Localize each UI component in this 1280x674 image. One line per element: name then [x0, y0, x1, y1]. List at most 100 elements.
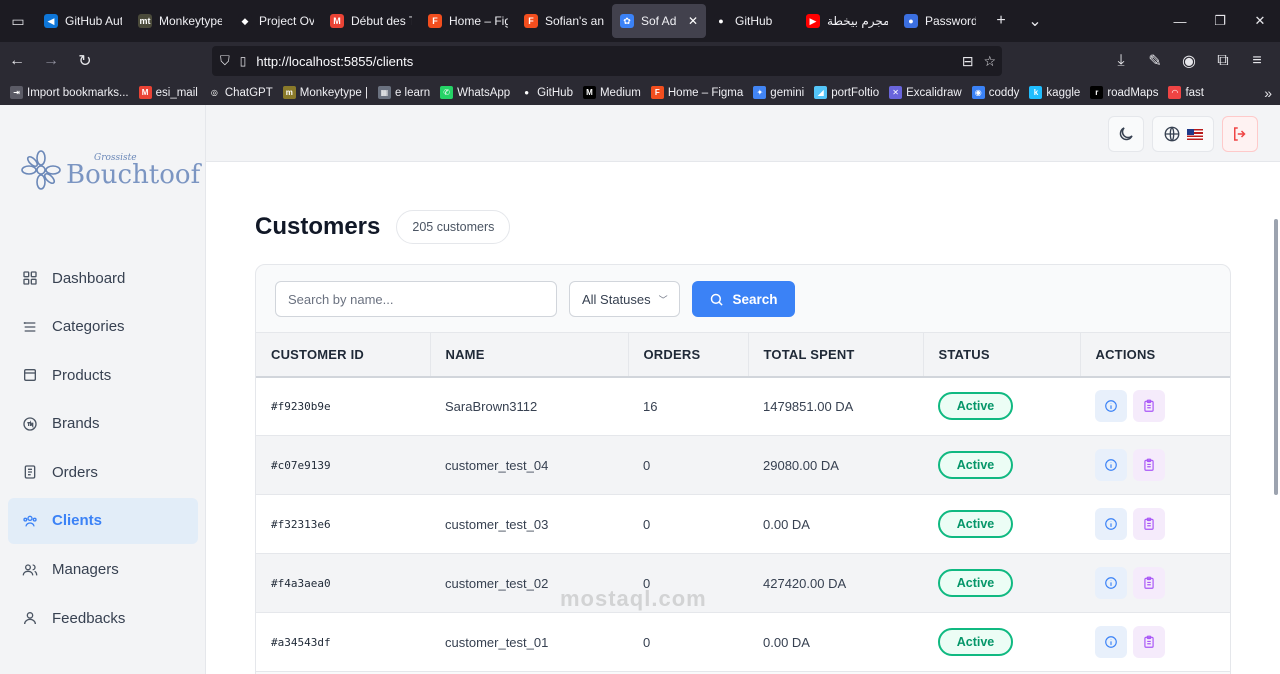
browser-tab[interactable]: mt Monkeytype [130, 4, 230, 38]
app-menu-icon[interactable]: ≡ [1240, 42, 1274, 80]
bookmark-item[interactable]: M Medium [582, 86, 641, 99]
clipboard-action-button[interactable] [1133, 449, 1165, 481]
browser-tab[interactable]: ✿ Sof Admin ✕ [612, 4, 706, 38]
brand-logo[interactable]: Grossiste Bouchtoof [20, 149, 200, 191]
bookmark-item[interactable]: F Home – Figma [650, 86, 744, 99]
back-icon[interactable]: ← [0, 42, 34, 80]
bookmarks-bar: ⇥ Import bookmarks... Mesi_mail ◎ ChatGPT m Mo… [0, 80, 1280, 105]
reader-view-icon[interactable]: ⊟ [962, 53, 974, 70]
minimize-icon[interactable]: — [1160, 0, 1200, 42]
browser-tab[interactable]: M Début des T [322, 4, 420, 38]
bookmark-label: ChatGPT [224, 86, 273, 99]
bookmark-label: Home – Figma [667, 86, 744, 99]
bookmark-item[interactable]: ◠ fast [1168, 86, 1204, 99]
tab-list-icon[interactable]: ▭ [0, 0, 36, 42]
bookmark-label: Monkeytype | [299, 86, 368, 99]
extensions-icon[interactable]: ⧉ [1206, 42, 1240, 80]
status-badge: Active [938, 392, 1013, 421]
shield-icon[interactable]: ⛉ [220, 53, 230, 69]
bookmarks-list: ⇥ Import bookmarks... Mesi_mail ◎ ChatGPT m Mo… [10, 86, 1204, 99]
browser-tab[interactable]: ◆ Project Over [230, 4, 322, 38]
bookmark-item[interactable]: r roadMaps [1090, 86, 1158, 99]
bookmark-label: roadMaps [1107, 86, 1159, 99]
bookmark-item[interactable]: ● GitHub [520, 86, 573, 99]
tab-label: Sofian's and [545, 14, 604, 28]
maximize-icon[interactable]: ❐ [1200, 0, 1240, 42]
close-window-icon[interactable]: ✕ [1240, 0, 1280, 42]
bookmark-item[interactable]: ▦ e learn [377, 86, 430, 99]
browser-tab[interactable]: ◀ GitHub Auth [36, 4, 130, 38]
close-tab-icon[interactable]: ✕ [688, 14, 698, 28]
bookmark-star-icon[interactable]: ☆ [983, 53, 996, 70]
customer-name-cell: customer_test_03 [445, 516, 549, 532]
sidebar-item-orders[interactable]: Orders [8, 449, 198, 495]
bookmark-item[interactable]: ⇥ Import bookmarks... [10, 86, 129, 99]
account-icon[interactable]: ◉ [1172, 42, 1206, 80]
browser-tab[interactable]: F Home – Figm [420, 4, 516, 38]
logout-button[interactable] [1222, 116, 1258, 152]
search-input[interactable] [275, 281, 557, 317]
column-header: ORDERS [628, 332, 749, 377]
bookmark-item[interactable]: ◢ portFoltio [814, 86, 879, 99]
bookmark-favicon-icon: m [282, 86, 296, 99]
status-badge: Active [938, 510, 1013, 538]
sidebar-item-products[interactable]: Products [8, 352, 198, 398]
bookmark-label: Excalidraw [906, 86, 962, 99]
tab-overflow-chevron-icon[interactable]: ⌄ [1018, 0, 1052, 42]
bookmark-item[interactable]: ✦ gemini [753, 86, 804, 99]
clipboard-action-button[interactable] [1133, 626, 1165, 658]
sidebar-item-managers[interactable]: Managers [8, 547, 198, 593]
brands-icon [23, 417, 37, 431]
sidebar-item-clients[interactable]: Clients [8, 497, 198, 544]
search-button[interactable]: Search [692, 281, 795, 317]
theme-toggle-button[interactable] [1108, 116, 1144, 152]
customers-table: CUSTOMER ID NAME ORDERS TOTAL SPENT STATUS AC… [256, 332, 1230, 672]
view-details-button[interactable] [1095, 449, 1127, 481]
page-info-icon[interactable]: ▯ [240, 54, 247, 68]
status-filter-select[interactable]: All Statuses ﹀ [569, 281, 680, 317]
browser-tab[interactable]: ▶ مجرم بيخطة [798, 4, 896, 38]
view-details-button[interactable] [1095, 508, 1127, 540]
browser-tab[interactable]: ● GitHub [706, 4, 798, 38]
reload-icon[interactable]: ↻ [68, 42, 102, 80]
bookmark-item[interactable]: ◎ ChatGPT [207, 86, 273, 99]
bookmark-label: GitHub [537, 86, 573, 99]
bookmark-item[interactable]: m Monkeytype | [282, 86, 368, 99]
tools-wrench-icon[interactable]: ✎ [1138, 42, 1172, 80]
bookmark-item[interactable]: Mesi_mail [138, 86, 198, 99]
clipboard-action-button[interactable] [1133, 567, 1165, 599]
browser-tab[interactable]: F Sofian's and [516, 4, 612, 38]
view-details-button[interactable] [1095, 626, 1127, 658]
view-details-button[interactable] [1095, 390, 1127, 423]
page-scrollbar[interactable] [1274, 219, 1278, 495]
sidebar-item-brands[interactable]: Brands [8, 401, 198, 447]
sidebar-item-categories[interactable]: Categories [8, 304, 198, 350]
view-details-button[interactable] [1095, 567, 1127, 599]
url-bar[interactable]: ⛉ ▯ http://localhost:5855/clients ⊟ ☆ [212, 46, 1002, 76]
table-header: CUSTOMER ID NAME ORDERS TOTAL SPENT STATUS AC… [256, 332, 1230, 377]
globe-icon [1164, 126, 1180, 142]
bookmark-favicon-icon: ◉ [971, 86, 985, 99]
watermark-text: mostaql.com [560, 586, 707, 611]
clipboard-icon [1144, 399, 1154, 413]
downloads-icon[interactable]: ⤓ [1104, 42, 1138, 80]
new-tab-icon[interactable]: + [984, 0, 1018, 42]
actions-cell [1080, 436, 1230, 495]
bookmark-item[interactable]: ✕ Excalidraw [889, 86, 962, 99]
customer-name-cell: SaraBrown3112 [445, 398, 538, 414]
clipboard-action-button[interactable] [1133, 390, 1165, 423]
clipboard-action-button[interactable] [1133, 508, 1165, 540]
browser-tab[interactable]: ● Passwords [896, 4, 984, 38]
chevron-down-icon: ﹀ [658, 294, 668, 305]
sidebar-item-feedbacks[interactable]: Feedbacks [8, 595, 198, 641]
sidebar-item-dashboard[interactable]: Dashboard [8, 255, 198, 301]
bookmark-item[interactable]: k kaggle [1029, 86, 1080, 99]
bookmark-item[interactable]: ◉ coddy [971, 86, 1019, 99]
forward-icon[interactable]: → [34, 42, 68, 80]
bookmark-item[interactable]: ✆ WhatsApp [440, 86, 510, 99]
customer-count-badge: 205 customers [396, 210, 511, 244]
column-header: NAME [430, 332, 629, 377]
bookmarks-overflow-icon[interactable]: » [1264, 80, 1272, 105]
language-select-button[interactable] [1152, 116, 1214, 152]
bookmark-favicon-icon: ▦ [377, 86, 391, 99]
